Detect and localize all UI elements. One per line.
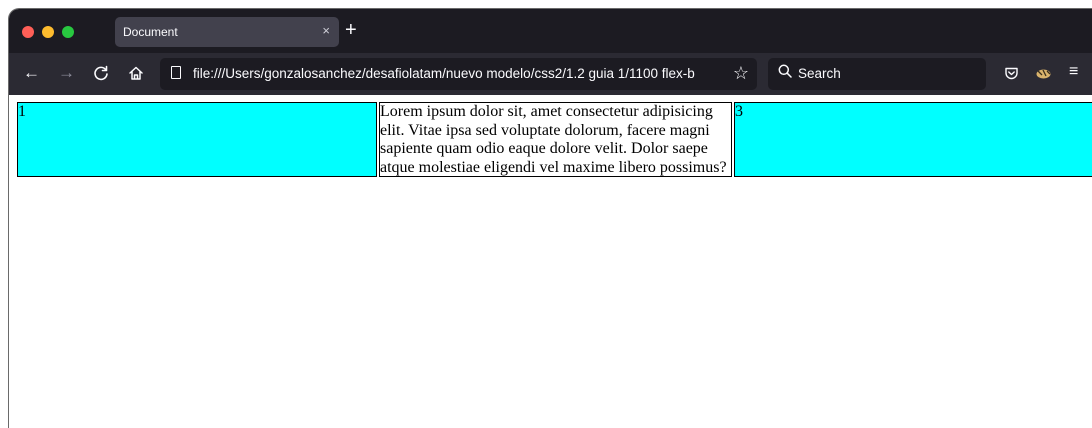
back-arrow-icon[interactable]: ← bbox=[23, 62, 40, 84]
flex-box-1: 1 bbox=[17, 102, 377, 177]
tab-title: Document bbox=[123, 25, 178, 39]
extension-icon[interactable] bbox=[1035, 63, 1052, 85]
forward-arrow-icon[interactable]: → bbox=[58, 62, 75, 84]
page-content: 1 Lorem ipsum dolor sit, amet consectetu… bbox=[9, 95, 1092, 428]
bookmark-star-icon[interactable]: ☆ bbox=[733, 63, 749, 84]
search-placeholder: Search bbox=[798, 66, 841, 81]
url-bar[interactable]: file:///Users/gonzalosanchez/desafiolata… bbox=[160, 58, 757, 90]
url-fade bbox=[695, 58, 725, 90]
navigation-toolbar: ← → file:///Users/gonzalosanchez/desafio… bbox=[9, 53, 1092, 95]
home-icon[interactable] bbox=[128, 62, 144, 87]
menu-icon[interactable]: ≡ bbox=[1069, 63, 1078, 81]
new-tab-button[interactable]: + bbox=[345, 18, 357, 42]
flex-box-3: 3 bbox=[734, 102, 1092, 177]
close-window-button[interactable] bbox=[22, 26, 34, 38]
reload-icon[interactable] bbox=[93, 62, 109, 86]
search-bar[interactable]: Search bbox=[768, 58, 986, 90]
maximize-window-button[interactable] bbox=[62, 26, 74, 38]
flex-box-2: Lorem ipsum dolor sit, amet consectetur … bbox=[379, 102, 732, 177]
minimize-window-button[interactable] bbox=[42, 26, 54, 38]
browser-window: Document × + ← → file:///Users/gonzalosa… bbox=[9, 9, 1092, 428]
pocket-icon[interactable] bbox=[1004, 63, 1019, 85]
search-icon bbox=[778, 64, 792, 78]
page-icon bbox=[171, 66, 181, 79]
tab-close-icon[interactable]: × bbox=[322, 23, 330, 38]
tab-document[interactable]: Document × bbox=[115, 17, 339, 47]
url-text[interactable]: file:///Users/gonzalosanchez/desafiolata… bbox=[193, 66, 723, 81]
tab-bar: Document × + bbox=[9, 9, 1092, 53]
